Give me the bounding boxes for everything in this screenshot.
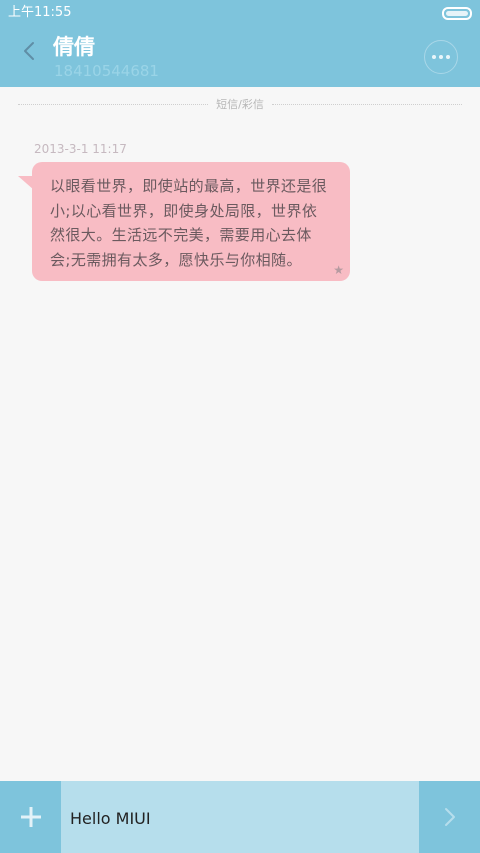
divider-line-right — [271, 103, 462, 105]
composer-bar — [0, 781, 480, 853]
star-icon: ★ — [333, 263, 344, 277]
message-type-divider: 短信/彩信 — [18, 97, 462, 111]
add-attachment-button[interactable] — [0, 781, 61, 853]
back-button[interactable] — [16, 38, 42, 64]
plus-icon — [20, 807, 41, 827]
message-input[interactable] — [70, 808, 419, 828]
sms-conversation-screen: 上午11:55 倩倩 18410544681 短信/彩信 2013-3-1 11… — [0, 0, 480, 853]
contact-number: 18410544681 — [54, 62, 159, 80]
bubble-tail — [18, 176, 34, 190]
header-bar: 上午11:55 倩倩 18410544681 — [0, 0, 480, 87]
divider-label: 短信/彩信 — [216, 98, 264, 111]
contact-name: 倩倩 — [53, 35, 95, 59]
divider-line-left — [18, 103, 209, 105]
status-time: 上午11:55 — [8, 5, 72, 20]
more-dots-icon — [432, 55, 450, 59]
message-input-area[interactable] — [61, 781, 419, 853]
send-button[interactable] — [419, 781, 480, 853]
message-timestamp: 2013-3-1 11:17 — [34, 142, 127, 156]
message-bubble[interactable]: 以眼看世界，即使站的最高，世界还是很小;以心看世界，即使身处局限，世界依然很大。… — [18, 162, 350, 281]
chevron-right-icon — [444, 808, 455, 826]
battery-level — [446, 11, 468, 16]
more-options-button[interactable] — [424, 40, 458, 74]
chevron-left-icon — [24, 42, 34, 60]
battery-icon — [442, 7, 472, 20]
message-text: 以眼看世界，即使站的最高，世界还是很小;以心看世界，即使身处局限，世界依然很大。… — [50, 177, 328, 269]
